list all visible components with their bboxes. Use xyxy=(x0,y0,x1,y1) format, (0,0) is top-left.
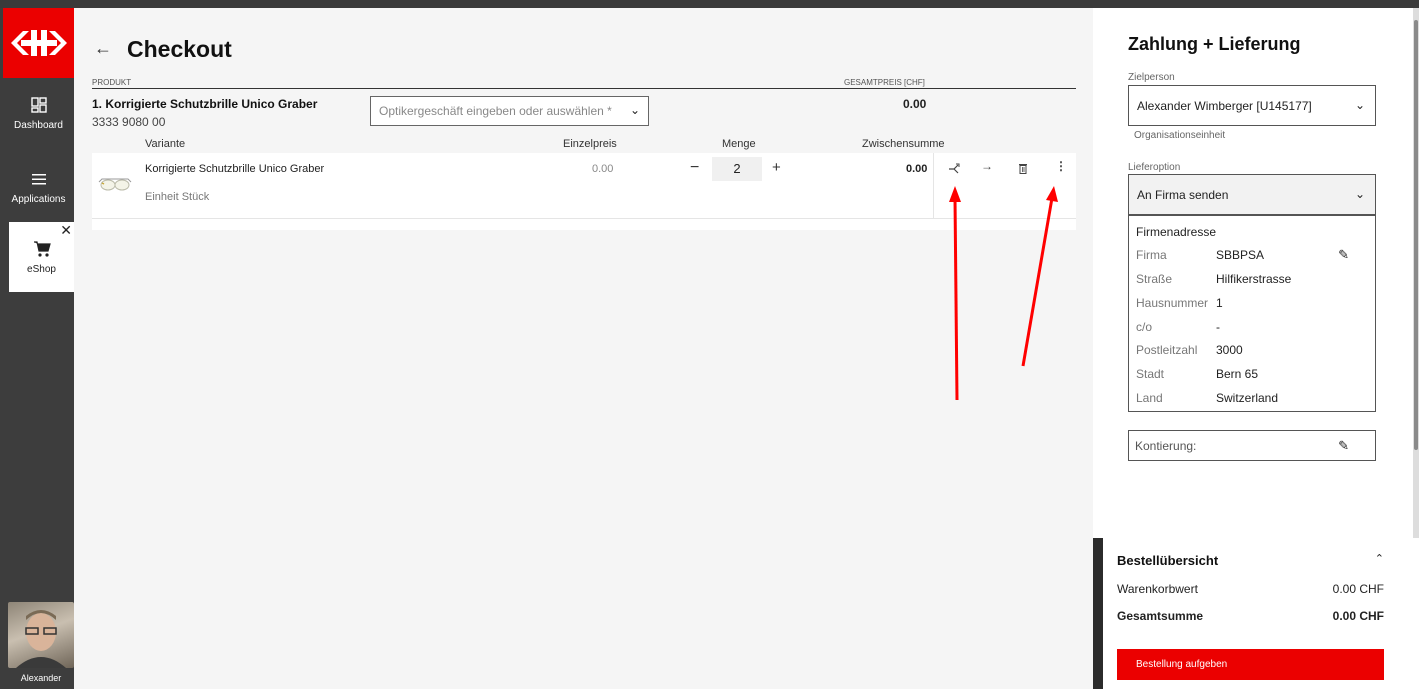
address-value: - xyxy=(1216,320,1220,334)
col-variant-header: Variante xyxy=(145,138,186,150)
quantity-input[interactable]: 2 xyxy=(712,157,762,181)
glasses-thumbnail xyxy=(98,178,132,191)
org-unit-label: Organisationseinheit xyxy=(1134,130,1226,141)
optician-select[interactable]: Optikergeschäft eingeben oder auswählen … xyxy=(370,96,649,126)
nav-applications[interactable]: Applications xyxy=(3,160,74,230)
page-title: Checkout xyxy=(127,36,232,62)
target-person-select[interactable]: Alexander Wimberger [U145177] ⌄ xyxy=(1128,85,1376,126)
target-person-label: Zielperson xyxy=(1128,72,1175,83)
cart-icon xyxy=(33,241,51,257)
optician-placeholder: Optikergeschäft eingeben oder auswählen … xyxy=(379,104,612,118)
variant-name: Korrigierte Schutzbrille Unico Graber xyxy=(145,163,325,175)
split-icon[interactable] xyxy=(948,163,960,175)
checkout-main: ← Checkout PRODUKT GESAMTPREIS [CHF] 1. … xyxy=(74,8,1093,689)
chevron-down-icon: ⌄ xyxy=(1354,98,1365,112)
order-summary: Bestellübersicht ⌃ Warenkorbwert 0.00 CH… xyxy=(1103,538,1419,689)
browser-top-strip xyxy=(0,0,1419,8)
table-row: Korrigierte Schutzbrille Unico Graber Ei… xyxy=(92,153,1076,218)
unit-price: 0.00 xyxy=(592,163,614,175)
place-order-button[interactable]: Bestellung aufgeben xyxy=(1117,649,1384,680)
target-person-value: Alexander Wimberger [U145177] xyxy=(1137,99,1312,113)
pencil-icon[interactable]: ✎ xyxy=(1338,247,1349,263)
dashboard-icon xyxy=(30,97,47,113)
col-product-header: PRODUKT xyxy=(92,78,132,87)
product-total: 0.00 xyxy=(903,97,927,111)
nav-dashboard-label: Dashboard xyxy=(14,120,63,131)
variant-unit: Einheit Stück xyxy=(145,191,210,203)
nav-eshop-label: eShop xyxy=(27,264,56,275)
more-vert-icon[interactable]: ⋮ xyxy=(1055,159,1067,173)
quantity-increase-button[interactable]: + xyxy=(772,159,781,176)
address-title: Firmenadresse xyxy=(1136,225,1217,239)
col-quantity-header: Menge xyxy=(722,138,756,150)
address-key: Postleitzahl xyxy=(1136,343,1198,357)
company-address-box: Firmenadresse ✎ Firma SBBPSA Straße Hilf… xyxy=(1128,215,1376,412)
address-value: 1 xyxy=(1216,296,1223,310)
payment-title: Zahlung + Lieferung xyxy=(1128,34,1301,54)
nav-eshop[interactable]: ✕ eShop xyxy=(9,222,74,292)
back-arrow-icon[interactable]: ← xyxy=(94,38,112,59)
summary-title: Bestellübersicht xyxy=(1117,553,1219,568)
col-total-header: GESAMTPREIS [CHF] xyxy=(844,78,925,87)
scrollbar-thumb[interactable] xyxy=(1414,20,1418,450)
address-value: Switzerland xyxy=(1216,391,1279,405)
payment-delivery-panel: Zahlung + Lieferung Zielperson Alexander… xyxy=(1093,8,1413,538)
close-icon[interactable]: ✕ xyxy=(60,222,72,239)
left-navigation: Dashboard Applications ✕ eShop xyxy=(0,8,74,689)
cart-value-row: Warenkorbwert 0.00 CHF xyxy=(1117,582,1384,596)
address-key: Stadt xyxy=(1136,367,1165,381)
header-divider xyxy=(92,88,1076,89)
address-key: Hausnummer xyxy=(1136,296,1209,310)
product-number: 3333 9080 00 xyxy=(92,115,166,129)
address-key: Straße xyxy=(1136,272,1173,286)
address-value: SBBPSA xyxy=(1216,248,1265,262)
col-unit-price-header: Einzelpreis xyxy=(563,138,617,150)
avatar[interactable] xyxy=(8,602,74,668)
cart-value-label: Warenkorbwert xyxy=(1117,582,1198,596)
address-key: Land xyxy=(1136,391,1163,405)
row-footer xyxy=(92,218,1076,230)
nav-applications-label: Applications xyxy=(11,194,66,205)
address-value: Bern 65 xyxy=(1216,367,1259,381)
sbb-logo-icon[interactable] xyxy=(3,8,74,78)
chevron-up-icon[interactable]: ⌃ xyxy=(1375,552,1384,565)
kontierung-label: Kontierung: xyxy=(1135,439,1197,453)
address-key: c/o xyxy=(1136,320,1153,334)
arrow-right-icon[interactable]: → xyxy=(981,159,993,173)
kontierung-field[interactable]: Kontierung: ✎ xyxy=(1128,430,1376,461)
total-label: Gesamtsumme xyxy=(1117,609,1204,623)
cart-value: 0.00 CHF xyxy=(1332,582,1384,596)
quantity-decrease-button[interactable]: − xyxy=(690,159,699,177)
subtotal: 0.00 xyxy=(906,163,928,175)
address-key: Firma xyxy=(1136,248,1167,262)
delivery-option-value: An Firma senden xyxy=(1137,188,1229,202)
delivery-option-select[interactable]: An Firma senden ⌄ xyxy=(1128,174,1376,215)
row-separator xyxy=(933,153,934,218)
total-value: 0.00 CHF xyxy=(1332,609,1384,623)
avatar-name: Alexander xyxy=(20,673,62,683)
delivery-option-label: Lieferoption xyxy=(1128,162,1181,173)
nav-dashboard[interactable]: Dashboard xyxy=(3,86,74,156)
col-subtotal-header: Zwischensumme xyxy=(862,138,945,150)
pencil-icon[interactable]: ✎ xyxy=(1338,438,1349,454)
trash-icon[interactable] xyxy=(1018,162,1028,174)
product-name: 1. Korrigierte Schutzbrille Unico Graber xyxy=(92,97,318,111)
chevron-down-icon: ⌄ xyxy=(629,103,640,117)
menu-icon xyxy=(31,174,46,185)
chevron-down-icon: ⌄ xyxy=(1354,187,1365,201)
total-row: Gesamtsumme 0.00 CHF xyxy=(1117,609,1384,623)
address-value: Hilfikerstrasse xyxy=(1216,272,1292,286)
address-value: 3000 xyxy=(1216,343,1243,357)
